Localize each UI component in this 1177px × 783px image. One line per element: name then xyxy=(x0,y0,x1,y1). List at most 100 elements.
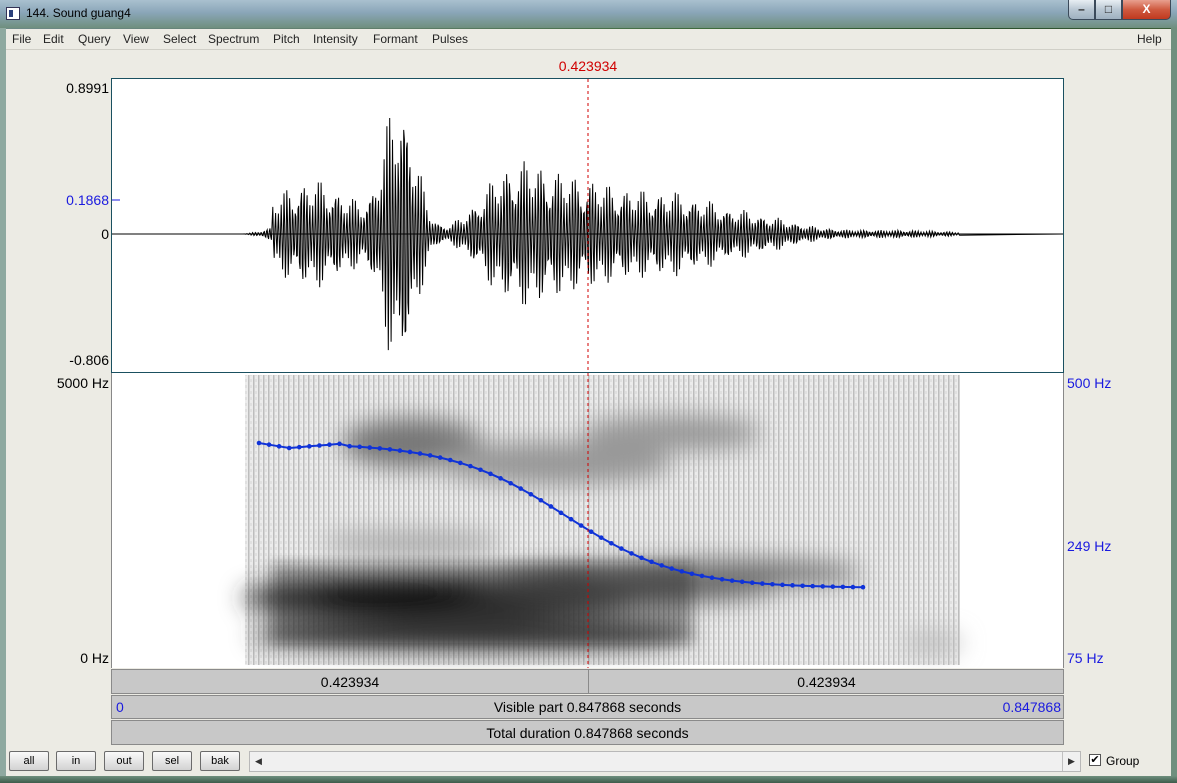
pitch-point xyxy=(729,578,735,583)
menu-view[interactable]: View xyxy=(123,32,149,46)
pitch-point xyxy=(488,471,493,477)
zoom-back-button[interactable]: bak xyxy=(200,751,240,771)
pitch-point xyxy=(417,451,423,456)
title-bar[interactable]: 144. Sound guang4 – □ X xyxy=(0,0,1177,28)
pitch-point xyxy=(478,467,483,473)
pitch-point xyxy=(528,491,534,497)
menu-intensity[interactable]: Intensity xyxy=(313,32,358,46)
pitch-point xyxy=(558,510,564,516)
segment-right-duration[interactable]: 0.423934 xyxy=(588,670,1064,693)
pitch-point xyxy=(458,460,463,466)
pitch-point xyxy=(739,579,745,585)
pitch-point xyxy=(719,576,725,582)
pitch-point xyxy=(568,516,574,522)
pitch-point xyxy=(266,442,272,447)
spectrogram-panel[interactable] xyxy=(111,373,1064,668)
horizontal-scrollbar[interactable]: ◀ ▶ xyxy=(249,751,1081,772)
pitch-point xyxy=(427,453,433,458)
pitch-point xyxy=(357,444,362,450)
pitch-point xyxy=(437,455,443,460)
window-title: 144. Sound guang4 xyxy=(26,6,131,20)
waveform-ymid-label: 0.1868 xyxy=(66,192,109,208)
pitch-point xyxy=(317,443,322,448)
pitch-point xyxy=(347,443,352,449)
pitch-point xyxy=(760,581,765,586)
pitch-point xyxy=(468,463,473,469)
pitch-point xyxy=(639,555,644,561)
pitch-point xyxy=(447,457,453,463)
visible-part-bar[interactable]: 0 Visible part 0.847868 seconds 0.847868 xyxy=(111,695,1064,719)
pitch-point xyxy=(578,523,584,528)
pitch-point xyxy=(770,581,775,587)
praat-sound-window: 144. Sound guang4 – □ X File Edit Query … xyxy=(0,0,1177,783)
pitch-point xyxy=(850,584,856,590)
pitch-point xyxy=(407,449,413,455)
spectrogram-svg xyxy=(242,373,962,668)
pitch-point xyxy=(256,440,262,446)
pitch-point xyxy=(830,584,836,589)
waveform-panel[interactable] xyxy=(111,78,1064,373)
pitch-point xyxy=(588,529,594,535)
menu-edit[interactable]: Edit xyxy=(43,32,64,46)
app-icon xyxy=(6,7,20,20)
scroll-right-arrow-icon[interactable]: ▶ xyxy=(1062,752,1080,771)
pitch-point xyxy=(749,580,755,586)
spectrogram-freq-bottom-label: 0 Hz xyxy=(80,650,109,666)
pitch-point xyxy=(669,566,675,571)
pitch-bottom-label: 75 Hz xyxy=(1067,650,1104,666)
spectrogram-freq-top-label: 5000 Hz xyxy=(56,375,109,391)
pitch-point xyxy=(276,444,282,449)
visible-start-time: 0 xyxy=(116,699,124,715)
window-frame-right xyxy=(1171,28,1177,776)
pitch-point xyxy=(337,441,342,447)
menu-pitch[interactable]: Pitch xyxy=(273,32,300,46)
pitch-point xyxy=(810,583,815,589)
menu-query[interactable]: Query xyxy=(78,32,111,46)
pitch-point xyxy=(367,445,373,450)
waveform-svg xyxy=(112,79,1063,372)
cursor-time-label: 0.423934 xyxy=(558,58,618,74)
pitch-point xyxy=(790,583,795,588)
pitch-point xyxy=(840,584,846,590)
pitch-mid-label: 249 Hz xyxy=(1067,538,1112,554)
pitch-point xyxy=(508,480,513,486)
menu-spectrum[interactable]: Spectrum xyxy=(208,32,259,46)
all-button[interactable]: all xyxy=(9,751,49,771)
waveform-zero-label: 0 xyxy=(101,226,109,242)
pitch-point xyxy=(377,446,383,451)
pitch-point xyxy=(860,584,866,590)
pitch-point xyxy=(800,583,805,589)
menu-select[interactable]: Select xyxy=(163,32,196,46)
zoom-out-button[interactable]: out xyxy=(104,751,144,771)
pitch-point xyxy=(649,559,654,565)
minimize-button[interactable]: – xyxy=(1068,0,1095,20)
pitch-point xyxy=(659,563,664,568)
total-duration-label: Total duration 0.847868 seconds xyxy=(486,725,689,741)
bottom-toolbar: all in out sel bak ◀ ▶ ✔ Group xyxy=(6,746,1171,776)
window-frame-bottom xyxy=(0,776,1177,783)
zoom-selection-button[interactable]: sel xyxy=(152,751,192,771)
group-checkbox[interactable]: ✔ xyxy=(1089,754,1101,766)
maximize-button[interactable]: □ xyxy=(1095,0,1122,20)
pitch-point xyxy=(699,573,705,579)
waveform-ymax-label: 0.8991 xyxy=(66,80,109,96)
menu-help[interactable]: Help xyxy=(1137,32,1162,46)
menu-formant[interactable]: Formant xyxy=(373,32,418,46)
pitch-point xyxy=(619,546,624,551)
close-button[interactable]: X xyxy=(1122,0,1171,20)
zoom-in-button[interactable]: in xyxy=(56,751,96,771)
cursor-segment-bar: 0.423934 0.423934 xyxy=(111,669,1064,694)
pitch-point xyxy=(629,551,634,556)
menu-file[interactable]: File xyxy=(12,32,31,46)
group-label[interactable]: Group xyxy=(1106,754,1139,768)
segment-left-duration[interactable]: 0.423934 xyxy=(112,670,588,693)
pitch-point xyxy=(307,444,312,449)
pitch-point xyxy=(609,541,614,546)
menu-bar: File Edit Query View Select Spectrum Pit… xyxy=(6,29,1171,50)
visible-part-label: Visible part 0.847868 seconds xyxy=(493,699,682,715)
total-duration-bar[interactable]: Total duration 0.847868 seconds xyxy=(111,720,1064,745)
pitch-point xyxy=(548,504,554,509)
scroll-left-arrow-icon[interactable]: ◀ xyxy=(250,752,267,771)
visible-end-time: 0.847868 xyxy=(1002,699,1061,715)
menu-pulses[interactable]: Pulses xyxy=(432,32,468,46)
